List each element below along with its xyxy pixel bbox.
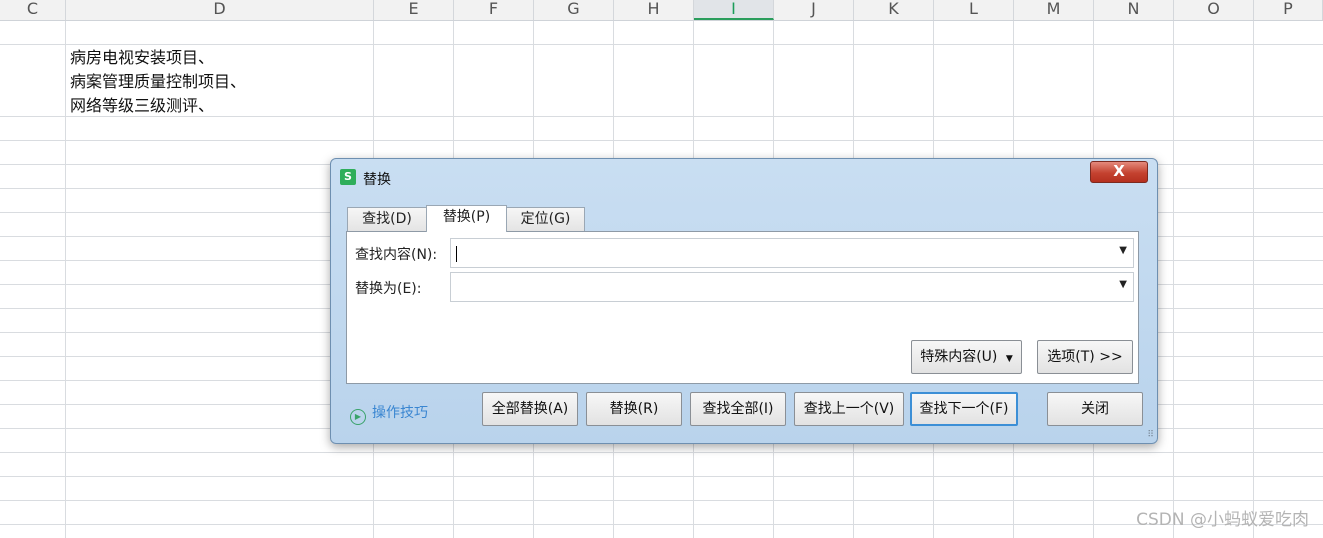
column-header-e[interactable]: E	[374, 0, 454, 20]
column-header-i[interactable]: I	[694, 0, 774, 20]
replace-label: 替换为(E):	[355, 281, 422, 297]
app-logo-icon: S	[340, 169, 356, 185]
cell-line: 网络等级三级测评、	[70, 96, 215, 115]
replace-panel: 查找内容(N): ▼ 替换为(E): ▼ 特殊内容(U) ▼ 选项(T) >>	[346, 231, 1139, 384]
column-header-bar: C D E F G H I J K L M N O P	[0, 0, 1323, 21]
close-button[interactable]: 关闭	[1047, 392, 1143, 426]
tab-replace[interactable]: 替换(P)	[426, 205, 507, 232]
column-header-n[interactable]: N	[1094, 0, 1174, 20]
replace-all-button[interactable]: 全部替换(A)	[482, 392, 578, 426]
find-all-button[interactable]: 查找全部(I)	[690, 392, 786, 426]
column-header-d[interactable]: D	[66, 0, 374, 20]
column-header-c[interactable]: C	[0, 0, 66, 20]
dropdown-arrow-icon[interactable]: ▼	[1119, 279, 1127, 290]
cell-line: 病房电视安装项目、	[70, 48, 215, 67]
cell-d2-text[interactable]: 病房电视安装项目、病案管理质量控制项目、 网络等级三级测评、	[70, 46, 246, 118]
replace-input[interactable]: ▼	[450, 272, 1134, 302]
column-header-f[interactable]: F	[454, 0, 534, 20]
find-next-button[interactable]: 查找下一个(F)	[910, 392, 1018, 426]
tips-label: 操作技巧	[372, 405, 428, 421]
special-content-button[interactable]: 特殊内容(U) ▼	[911, 340, 1022, 374]
column-header-g[interactable]: G	[534, 0, 614, 20]
column-header-h[interactable]: H	[614, 0, 694, 20]
tips-link[interactable]: ▶ 操作技巧	[350, 402, 428, 425]
chevron-down-icon: ▼	[1005, 354, 1013, 364]
column-header-o[interactable]: O	[1174, 0, 1254, 20]
column-header-l[interactable]: L	[934, 0, 1014, 20]
tab-goto[interactable]: 定位(G)	[506, 207, 585, 231]
close-icon[interactable]: X	[1090, 161, 1148, 183]
find-previous-button[interactable]: 查找上一个(V)	[794, 392, 904, 426]
column-header-j[interactable]: J	[774, 0, 854, 20]
replace-dialog: S 替换 X 查找(D) 替换(P) 定位(G) 查找内容(N): ▼ 替换为(…	[330, 158, 1158, 444]
column-header-p[interactable]: P	[1254, 0, 1323, 20]
text-caret	[456, 246, 457, 262]
dialog-title: 替换	[363, 172, 391, 188]
find-input[interactable]: ▼	[450, 238, 1134, 268]
tab-find[interactable]: 查找(D)	[347, 207, 427, 231]
find-label: 查找内容(N):	[355, 247, 438, 263]
options-button[interactable]: 选项(T) >>	[1037, 340, 1133, 374]
special-content-label: 特殊内容(U)	[920, 349, 998, 365]
column-header-m[interactable]: M	[1014, 0, 1094, 20]
play-icon: ▶	[350, 409, 366, 425]
column-header-k[interactable]: K	[854, 0, 934, 20]
dropdown-arrow-icon[interactable]: ▼	[1119, 245, 1127, 256]
cell-line: 病案管理质量控制项目、	[70, 72, 247, 91]
replace-button[interactable]: 替换(R)	[586, 392, 682, 426]
watermark: CSDN @小蚂蚁爱吃肉	[1136, 510, 1309, 530]
resize-grip-icon[interactable]: ⠿	[1147, 430, 1154, 440]
